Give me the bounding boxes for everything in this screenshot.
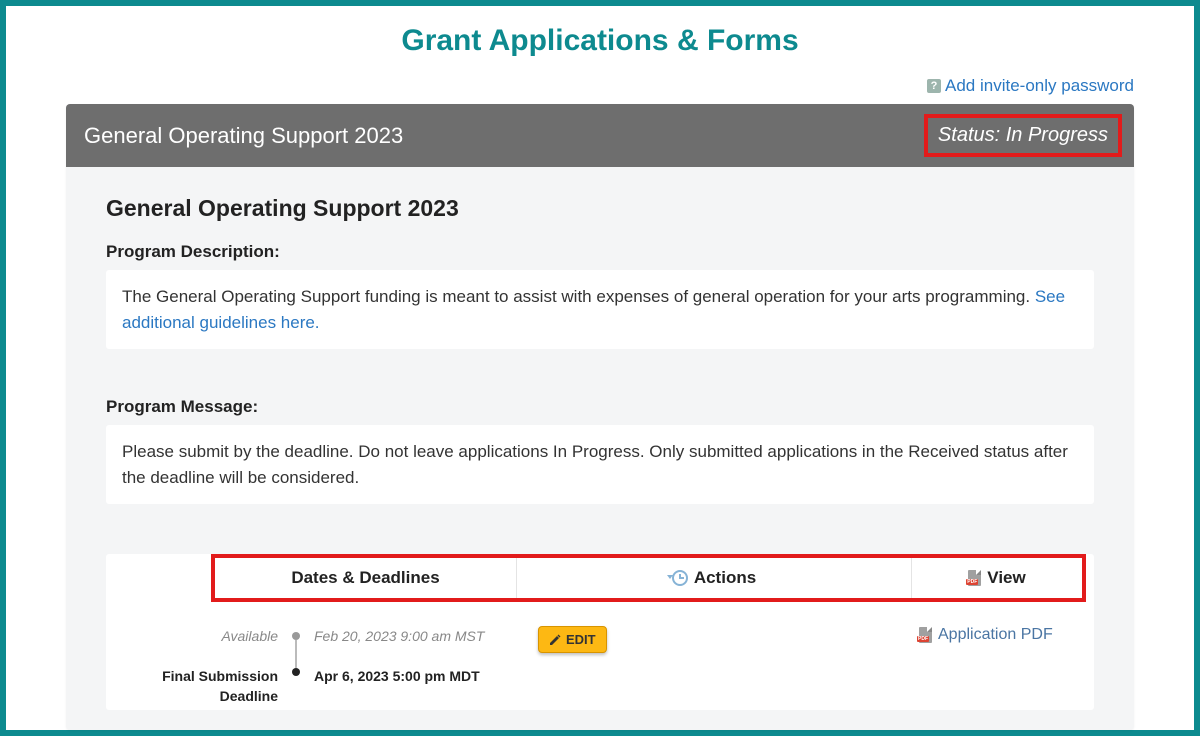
view-cell: Application PDF <box>909 626 1086 686</box>
actions-cell: EDIT <box>514 626 909 686</box>
grant-card: General Operating Support 2023 Status: I… <box>66 104 1134 730</box>
add-invite-password-link[interactable]: ? Add invite-only password <box>927 76 1134 96</box>
card-header-title: General Operating Support 2023 <box>84 123 403 149</box>
col-header-actions: Actions <box>517 558 912 598</box>
edit-button[interactable]: EDIT <box>538 626 607 653</box>
col-header-actions-text: Actions <box>694 568 756 588</box>
available-label: Available <box>114 626 278 646</box>
program-message-text: Please submit by the deadline. Do not le… <box>122 442 1068 487</box>
application-pdf-link[interactable]: Application PDF <box>919 626 1053 644</box>
page-title: Grant Applications & Forms <box>6 24 1194 58</box>
table-header-row: Dates & Deadlines Actions View <box>211 554 1086 602</box>
card-subtitle: General Operating Support 2023 <box>106 195 1094 222</box>
col-header-dates: Dates & Deadlines <box>215 558 517 598</box>
edit-button-label: EDIT <box>566 632 596 647</box>
program-description-label: Program Description: <box>106 242 1094 262</box>
page-container: Grant Applications & Forms ? Add invite-… <box>6 6 1194 730</box>
col-header-view-text: View <box>987 568 1025 588</box>
col-header-view: View <box>912 558 1082 598</box>
program-message-box: Please submit by the deadline. Do not le… <box>106 425 1094 504</box>
timeline-line <box>295 640 297 668</box>
deadline-label: Final Submission Deadline <box>114 666 278 686</box>
program-description-box: The General Operating Support funding is… <box>106 270 1094 349</box>
top-link-bar: ? Add invite-only password <box>6 76 1194 104</box>
available-date: Feb 20, 2023 9:00 am MST <box>314 626 504 646</box>
pdf-icon <box>919 627 932 643</box>
program-description-text: The General Operating Support funding is… <box>122 287 1030 306</box>
card-body: General Operating Support 2023 Program D… <box>66 167 1134 730</box>
application-pdf-link-text: Application PDF <box>938 626 1053 644</box>
pdf-icon <box>968 570 981 586</box>
program-message-label: Program Message: <box>106 397 1094 417</box>
timeline: Available Final Submission Deadline Feb <box>114 626 504 686</box>
timeline-dot-available <box>292 632 300 640</box>
status-badge: Status: In Progress <box>924 114 1122 157</box>
deadline-date: Apr 6, 2023 5:00 pm MDT <box>314 666 504 686</box>
card-header: General Operating Support 2023 Status: I… <box>66 104 1134 167</box>
pencil-icon <box>549 634 561 646</box>
table-body-row: Available Final Submission Deadline Feb <box>106 602 1094 710</box>
dates-cell: Available Final Submission Deadline Feb <box>114 626 514 686</box>
timeline-dot-deadline <box>292 668 300 676</box>
history-icon <box>672 570 688 586</box>
add-invite-password-link-text: Add invite-only password <box>945 76 1134 96</box>
deadlines-table: Dates & Deadlines Actions View A <box>106 554 1094 710</box>
help-icon: ? <box>927 79 941 93</box>
